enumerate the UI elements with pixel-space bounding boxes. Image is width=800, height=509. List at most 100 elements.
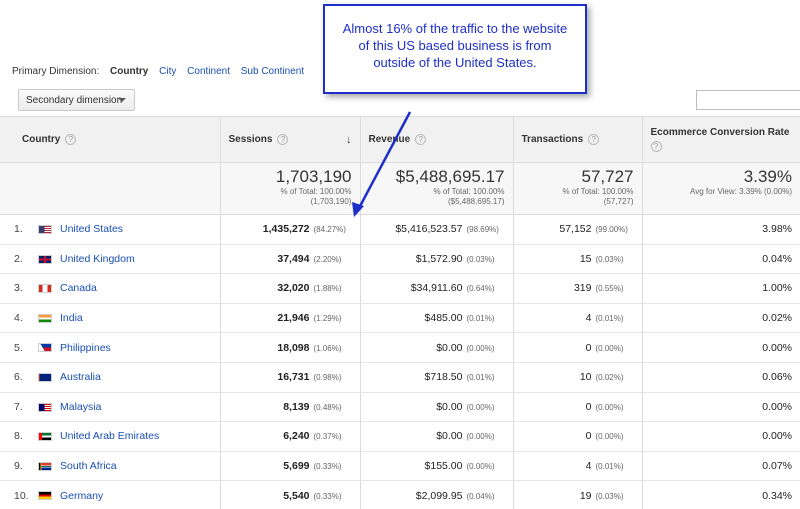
country-link[interactable]: Australia <box>60 371 101 383</box>
sessions-value: 32,020 <box>277 282 310 295</box>
table-row: 10. Germany 5,540 (0.33%) $2,099.95 (0.04%) 19… <box>0 480 800 509</box>
transactions-percent: (0.03%) <box>595 254 624 264</box>
transactions-value: 319 <box>573 282 592 295</box>
dimension-option-continent[interactable]: Continent <box>187 66 230 77</box>
revenue-cell: $5,416,523.57 (98.69%) <box>360 214 514 245</box>
transactions-cell: 15 (0.03%) <box>513 244 643 275</box>
help-icon[interactable]: ? <box>588 133 600 145</box>
secondary-dimension-dropdown[interactable]: Secondary dimension <box>18 89 135 111</box>
transactions-percent: (0.00%) <box>595 402 624 412</box>
revenue-value: $718.50 <box>424 371 463 384</box>
dimension-option-country[interactable]: Country <box>110 66 148 77</box>
table-row: 3. Canada 32,020 (1.88%) $34,911.60 (0.64%) 31… <box>0 273 800 304</box>
country-link[interactable]: United States <box>60 223 123 235</box>
help-icon[interactable]: ? <box>277 133 289 145</box>
row-rank: 8. <box>14 430 23 443</box>
totals-transactions-cell: 57,727 % of Total: 100.00% (57,727) <box>513 162 643 215</box>
conversion-value: 3.98% <box>762 223 792 236</box>
annotation-callout: Almost 16% of the traffic to the website… <box>323 4 587 94</box>
transactions-value: 0 <box>585 430 592 443</box>
revenue-percent: (0.01%) <box>466 314 495 324</box>
column-header-conversion-rate[interactable]: Ecommerce Conversion Rate? <box>642 116 800 163</box>
dimension-option-city[interactable]: City <box>159 66 176 77</box>
sessions-value: 16,731 <box>277 371 310 384</box>
conversion-value: 1.00% <box>762 282 792 295</box>
sort-descending-icon[interactable]: ↓ <box>346 134 352 146</box>
primary-dimension-bar: Primary Dimension: Country City Continen… <box>12 66 312 77</box>
sessions-cell: 18,098 (1.06%) <box>220 332 361 363</box>
column-header-sessions[interactable]: Sessions? ↓ <box>220 116 361 163</box>
revenue-percent: (0.04%) <box>466 491 495 501</box>
column-header-country[interactable]: Country? <box>0 116 221 163</box>
help-icon[interactable]: ? <box>65 133 77 145</box>
transactions-value: 4 <box>585 312 592 325</box>
help-icon[interactable]: ? <box>415 133 427 145</box>
philippines-flag-icon <box>38 343 52 353</box>
country-link[interactable]: United Arab Emirates <box>60 430 159 442</box>
country-cell: 4. India <box>0 303 221 334</box>
transactions-percent: (0.01%) <box>595 314 624 324</box>
conversion-cell: 0.00% <box>642 332 800 363</box>
revenue-cell: $34,911.60 (0.64%) <box>360 273 514 304</box>
country-link[interactable]: India <box>60 312 83 324</box>
secondary-dimension-label: Secondary dimension <box>26 94 123 106</box>
sessions-cell: 6,240 (0.37%) <box>220 421 361 452</box>
revenue-percent: (0.01%) <box>466 373 495 383</box>
transactions-percent: (0.03%) <box>595 491 624 501</box>
country-link[interactable]: Malaysia <box>60 401 101 413</box>
revenue-percent: (0.64%) <box>466 284 495 294</box>
sessions-cell: 5,699 (0.33%) <box>220 451 361 482</box>
revenue-percent: (0.00%) <box>466 432 495 442</box>
table-search-input[interactable] <box>696 90 800 110</box>
transactions-cell: 19 (0.03%) <box>513 480 643 509</box>
revenue-value: $0.00 <box>436 400 463 413</box>
help-icon[interactable]: ? <box>650 141 662 152</box>
sessions-percent: (1.88%) <box>313 284 342 294</box>
transactions-cell: 10 (0.02%) <box>513 362 643 393</box>
transactions-cell: 0 (0.00%) <box>513 392 643 423</box>
country-cell: 10. Germany <box>0 480 221 509</box>
country-link[interactable]: Canada <box>60 282 97 294</box>
revenue-value: $34,911.60 <box>410 282 463 295</box>
country-link[interactable]: United Kingdom <box>60 253 135 265</box>
revenue-percent: (0.00%) <box>466 402 495 412</box>
revenue-value: $0.00 <box>436 341 463 354</box>
transactions-value: 19 <box>579 489 592 502</box>
country-link[interactable]: South Africa <box>60 460 117 472</box>
sessions-cell: 16,731 (0.98%) <box>220 362 361 393</box>
revenue-percent: (0.03%) <box>466 254 495 264</box>
table-row: 9. South Africa 5,699 (0.33%) $155.00 (0.00%)… <box>0 451 800 482</box>
table-row: 6. Australia 16,731 (0.98%) $718.50 (0.01%) 10… <box>0 362 800 393</box>
revenue-cell: $0.00 (0.00%) <box>360 421 514 452</box>
dimension-option-sub-continent[interactable]: Sub Continent <box>241 66 304 77</box>
table-row: 7. Malaysia 8,139 (0.48%) $0.00 (0.00%) 0 (0.00… <box>0 392 800 423</box>
row-rank: 6. <box>14 371 23 384</box>
row-rank: 9. <box>14 460 23 473</box>
row-rank: 3. <box>14 282 23 295</box>
australia-flag-icon <box>38 372 52 382</box>
revenue-value: $0.00 <box>436 430 463 443</box>
sessions-value: 6,240 <box>283 430 310 443</box>
transactions-percent: (0.00%) <box>595 343 624 353</box>
revenue-percent: (0.00%) <box>466 462 495 472</box>
column-header-revenue[interactable]: Revenue? <box>360 116 514 163</box>
conversion-cell: 0.04% <box>642 244 800 275</box>
country-cell: 1. United States <box>0 214 221 245</box>
column-header-transactions[interactable]: Transactions? <box>513 116 643 163</box>
country-link[interactable]: Philippines <box>60 342 111 354</box>
canada-flag-icon <box>38 284 52 294</box>
revenue-value: $5,416,523.57 <box>395 223 463 236</box>
transactions-cell: 319 (0.55%) <box>513 273 643 304</box>
country-link[interactable]: Germany <box>60 490 103 502</box>
sessions-cell: 1,435,272 (84.27%) <box>220 214 361 245</box>
sessions-cell: 8,139 (0.48%) <box>220 392 361 423</box>
totals-conversion-cell: 3.39% Avg for View: 3.39% (0.00%) <box>642 162 800 215</box>
row-rank: 5. <box>14 341 23 354</box>
country-report-table: Country? Sessions? ↓ Revenue? Transactio… <box>0 116 800 509</box>
revenue-cell: $718.50 (0.01%) <box>360 362 514 393</box>
sessions-value: 37,494 <box>277 252 310 265</box>
transactions-value: 0 <box>585 400 592 413</box>
sessions-percent: (1.29%) <box>313 314 342 324</box>
conversion-value: 0.02% <box>762 312 792 325</box>
transactions-percent: (0.01%) <box>595 462 624 472</box>
